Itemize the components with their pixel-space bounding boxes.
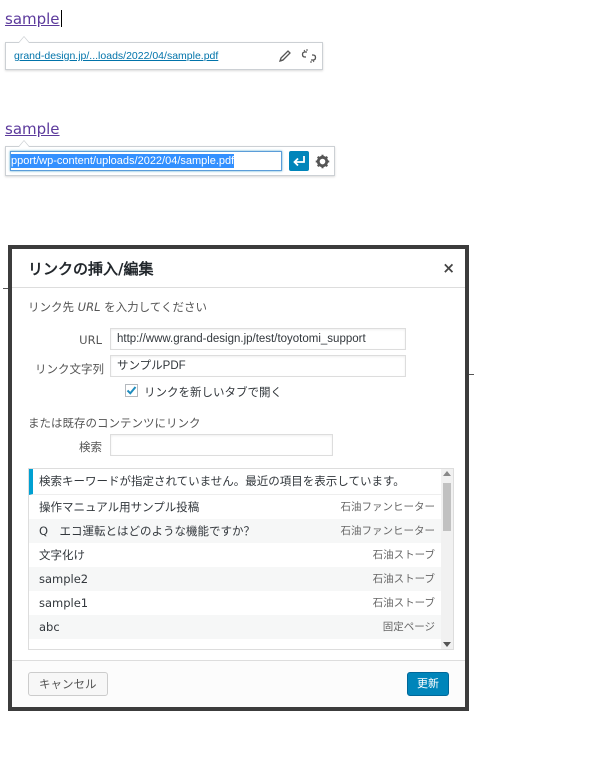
link-url-preview[interactable]: grand-design.jp/...loads/2022/04/sample.… bbox=[14, 50, 218, 62]
list-item-title: abc bbox=[39, 620, 60, 634]
list-item-title: Q エコ運転とはどのような機能ですか？ bbox=[39, 524, 256, 538]
pencil-icon[interactable] bbox=[276, 47, 294, 65]
list-item-title: sample1 bbox=[39, 596, 89, 610]
list-item[interactable]: 操作マニュアル用サンプル投稿 石油ファンヒーター bbox=[29, 495, 453, 519]
list-item-title: 操作マニュアル用サンプル投稿 bbox=[39, 500, 200, 514]
list-item[interactable]: 文字化け 石油ストーブ bbox=[29, 543, 453, 567]
link-url-input[interactable]: pport/wp-content/uploads/2022/04/sample.… bbox=[10, 151, 282, 171]
update-button[interactable]: 更新 bbox=[407, 672, 449, 696]
new-tab-label[interactable]: リンクを新しいタブで開く bbox=[144, 384, 282, 400]
url-instruction: リンク先 URL を入力してください bbox=[28, 299, 207, 315]
link-text-label: リンク文字列 bbox=[35, 362, 104, 376]
search-input[interactable] bbox=[110, 434, 333, 456]
close-icon[interactable]: × bbox=[442, 259, 455, 277]
apply-link-button[interactable] bbox=[289, 151, 309, 171]
dialog-title: リンクの挿入/編集 bbox=[28, 260, 154, 278]
link-text-label: sample bbox=[5, 10, 60, 28]
link-options-button[interactable] bbox=[313, 151, 331, 171]
inline-link-edit-toolbar: pport/wp-content/uploads/2022/04/sample.… bbox=[5, 140, 335, 176]
selected-url-text: pport/wp-content/uploads/2022/04/sample.… bbox=[11, 154, 235, 168]
instruction-em: URL bbox=[77, 300, 101, 314]
list-item-type: 石油ファンヒーター bbox=[340, 525, 436, 537]
enter-icon bbox=[293, 156, 305, 167]
list-item[interactable]: abc 固定ページ bbox=[29, 615, 453, 639]
scroll-thumb[interactable] bbox=[443, 483, 451, 531]
results-notice: 検索キーワードが指定されていません。最近の項目を表示しています。 bbox=[29, 469, 453, 495]
link-text-sample-editing[interactable]: sample bbox=[5, 120, 60, 138]
instruction-prefix: リンク先 bbox=[28, 300, 78, 314]
link-text-label: sample bbox=[5, 120, 60, 138]
list-item[interactable]: sample2 石油ストーブ bbox=[29, 567, 453, 591]
scroll-down-icon[interactable] bbox=[443, 642, 451, 647]
new-tab-checkbox[interactable] bbox=[125, 384, 138, 397]
results-list: 検索キーワードが指定されていません。最近の項目を表示しています。 操作マニュアル… bbox=[28, 468, 454, 650]
link-text-sample[interactable]: sample bbox=[5, 10, 62, 28]
url-label: URL bbox=[79, 333, 102, 347]
dialog-footer: キャンセル 更新 bbox=[12, 660, 465, 707]
list-item-type: 石油ストーブ bbox=[372, 549, 435, 561]
list-item-type: 石油ストーブ bbox=[372, 573, 435, 585]
unlink-icon[interactable] bbox=[300, 47, 318, 65]
list-item-type: 固定ページ bbox=[382, 621, 435, 633]
results-scrollbar[interactable] bbox=[441, 469, 453, 649]
list-item[interactable]: sample1 石油ストーブ bbox=[29, 591, 453, 615]
instruction-suffix: を入力してください bbox=[100, 300, 207, 314]
inline-link-toolbar: grand-design.jp/...loads/2022/04/sample.… bbox=[5, 36, 323, 70]
list-item[interactable]: Q エコ運転とはどのような機能ですか？ 石油ファンヒーター bbox=[29, 519, 453, 543]
checkmark-icon bbox=[126, 386, 137, 395]
search-label: 検索 bbox=[79, 440, 102, 454]
cancel-button[interactable]: キャンセル bbox=[28, 672, 108, 696]
scroll-up-icon[interactable] bbox=[443, 471, 451, 476]
gear-icon bbox=[315, 154, 329, 168]
list-item-type: 石油ストーブ bbox=[372, 597, 435, 609]
list-item-title: sample2 bbox=[39, 572, 89, 586]
link-text-field[interactable]: サンプルPDF bbox=[110, 355, 406, 377]
list-item-type: 石油ファンヒーター bbox=[340, 501, 436, 513]
url-field[interactable]: http://www.grand-design.jp/test/toyotomi… bbox=[110, 328, 406, 350]
existing-content-label: または既存のコンテンツにリンク bbox=[28, 416, 201, 430]
link-dialog: リンクの挿入/編集 × リンク先 URL を入力してください URL http:… bbox=[12, 249, 465, 707]
results-rows: 操作マニュアル用サンプル投稿 石油ファンヒーター Q エコ運転とはどのような機能です… bbox=[29, 495, 453, 639]
text-caret bbox=[60, 10, 62, 27]
list-item-title: 文字化け bbox=[39, 548, 85, 562]
link-dialog-frame: リンクの挿入/編集 × リンク先 URL を入力してください URL http:… bbox=[8, 245, 469, 711]
dialog-header: リンクの挿入/編集 × bbox=[12, 249, 465, 288]
